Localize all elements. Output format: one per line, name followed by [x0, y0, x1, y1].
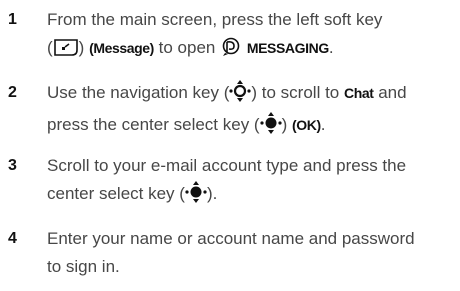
- step-line: () (Message) to open MESSAGING.: [47, 34, 457, 66]
- text-run: .: [328, 38, 334, 57]
- text-run: ): [78, 38, 90, 57]
- text-run: to open: [153, 38, 221, 57]
- step-number: 4: [8, 230, 17, 247]
- text-run: Scroll to your e-mail account type and p…: [47, 156, 407, 175]
- menu-label: Chat: [343, 85, 374, 101]
- step-line: Use the navigation key ( ) to scroll to C…: [47, 79, 457, 111]
- text-run: center select key (: [47, 184, 185, 203]
- center-select-key-icon: [185, 181, 207, 212]
- step-line: Scroll to your e-mail account type and p…: [47, 152, 457, 180]
- step-line: center select key ().: [47, 180, 457, 212]
- step-number: 1: [8, 11, 17, 28]
- menu-label: MESSAGING: [246, 40, 329, 56]
- step-text: From the main screen, press the left sof…: [47, 6, 457, 66]
- text-run: press the center select key (: [47, 115, 260, 134]
- key-label: (Message): [89, 40, 154, 56]
- text-run: and: [373, 83, 407, 102]
- messaging-icon: [220, 37, 242, 66]
- text-run: Enter your name or account name and pass…: [47, 229, 415, 248]
- step-number: 3: [8, 157, 17, 174]
- text-run: Use the navigation key (: [47, 83, 230, 102]
- text-run: ) to scroll to: [251, 83, 344, 102]
- text-run: From the main screen, press the left sof…: [47, 10, 383, 29]
- step-line: Enter your name or account name and pass…: [47, 225, 457, 253]
- step-line: to sign in.: [47, 253, 457, 281]
- center-select-key-icon: [259, 112, 282, 143]
- text-run: .: [320, 115, 326, 134]
- key-label: (OK): [291, 117, 321, 133]
- text-run: ).: [206, 184, 218, 203]
- step-text: Use the navigation key ( ) to scroll to C…: [47, 79, 457, 143]
- left-soft-key-icon: [53, 38, 79, 66]
- step-line: From the main screen, press the left sof…: [47, 6, 457, 34]
- step-line: press the center select key () (OK).: [47, 111, 457, 143]
- step-text: Enter your name or account name and pass…: [47, 225, 457, 281]
- text-run: ): [281, 115, 292, 134]
- navigation-key-icon: [229, 80, 251, 111]
- text-run: to sign in.: [47, 257, 120, 276]
- step-text: Scroll to your e-mail account type and p…: [47, 152, 457, 212]
- step-number: 2: [8, 84, 17, 101]
- instruction-steps: 1 From the main screen, press the left s…: [0, 0, 460, 291]
